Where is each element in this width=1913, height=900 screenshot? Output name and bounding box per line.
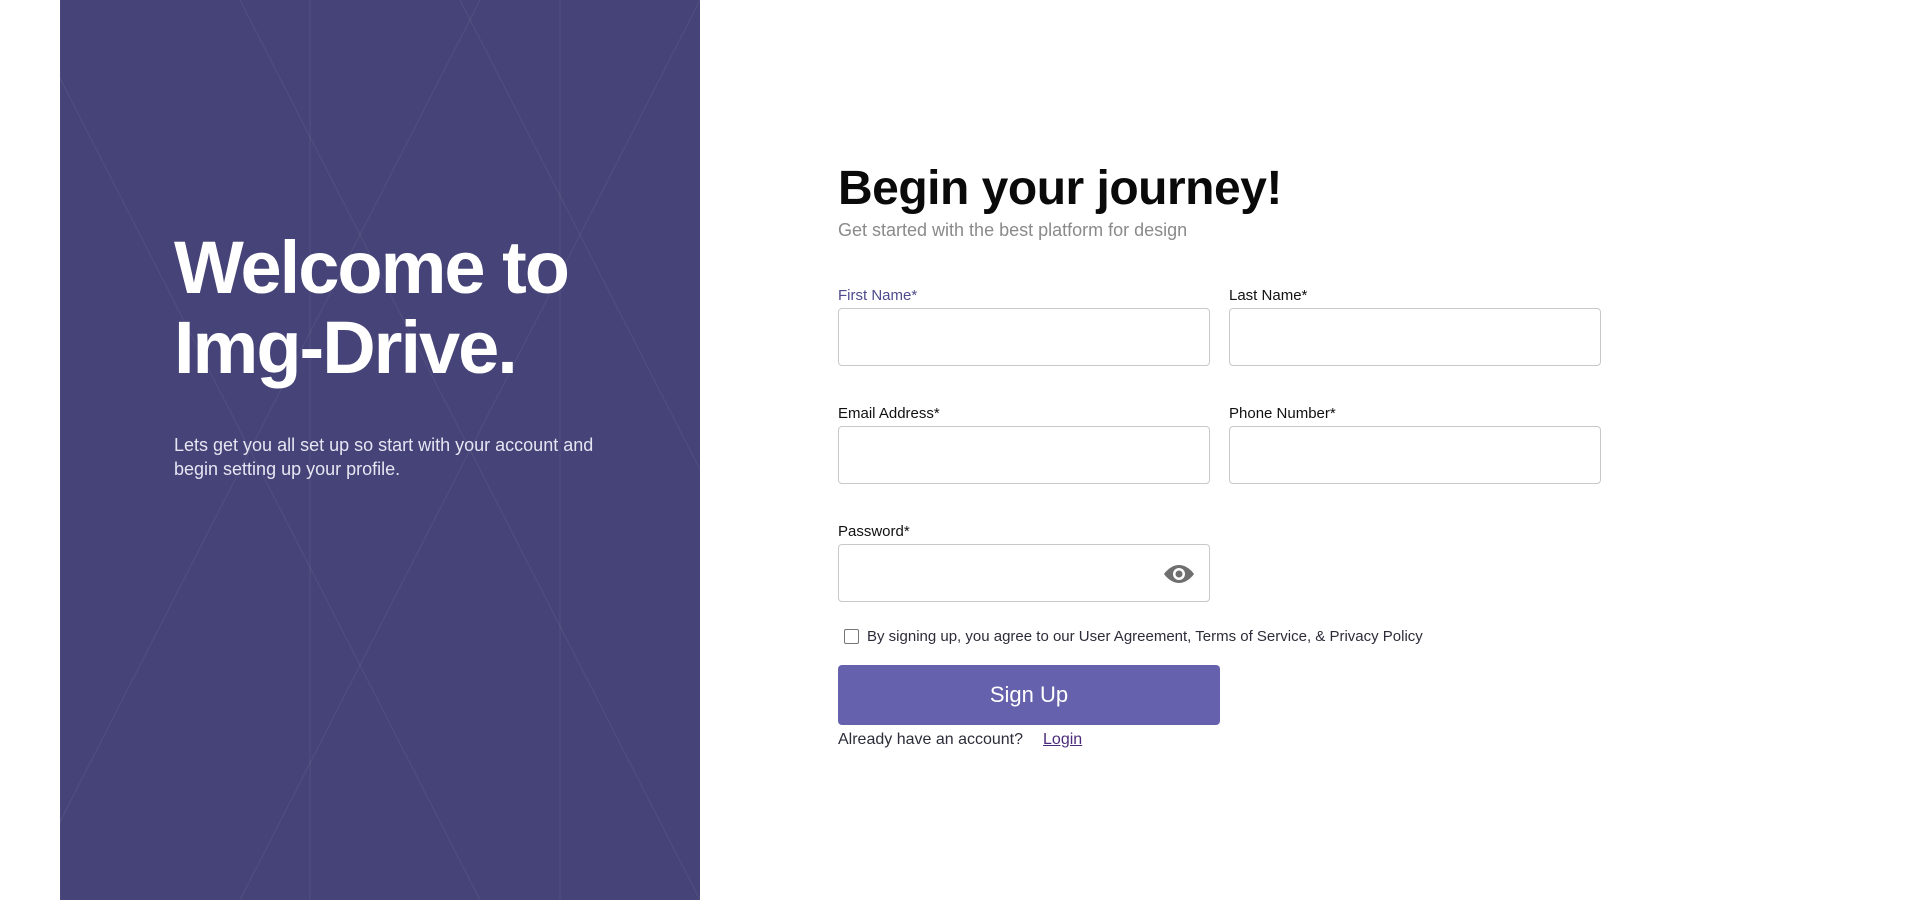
password-input[interactable] [838,544,1210,602]
last-name-label: Last Name* [1229,287,1308,304]
agreement-row: By signing up, you agree to our User Agr… [838,628,1423,645]
signup-form-header: Begin your journey! Get started with the… [838,160,1598,242]
login-row: Already have an account? Login [838,731,1082,749]
sign-up-button[interactable]: Sign Up [838,665,1220,725]
hero-subtitle-line2: begin setting up your profile. [174,459,401,479]
hero-title-line2: Img-Drive. [174,306,518,389]
hero-subtitle: Lets get you all set up so start with yo… [174,433,614,481]
email-input[interactable] [838,426,1210,484]
agreement-text: By signing up, you agree to our User Agr… [867,628,1423,645]
first-name-label: First Name* [838,287,918,304]
agreement-checkbox[interactable] [844,629,859,644]
email-group: Email Address* [838,404,1210,484]
login-link[interactable]: Login [1043,731,1082,749]
phone-group: Phone Number* [1229,404,1601,484]
first-name-input[interactable] [838,308,1210,366]
form-title: Begin your journey! [838,162,1282,215]
hero-subtitle-line1: Lets get you all set up so start with yo… [174,435,594,455]
eye-icon[interactable] [1161,560,1197,588]
hero-panel: Welcome to Img-Drive. Lets get you all s… [60,0,700,900]
first-name-group: First Name* [838,286,1210,366]
last-name-group: Last Name* [1229,286,1601,366]
email-label: Email Address* [838,405,940,422]
last-name-input[interactable] [1229,308,1601,366]
hero-title-line1: Welcome to [174,226,570,309]
signup-page: Welcome to Img-Drive. Lets get you all s… [0,0,1913,900]
password-group: Password* [838,522,1210,602]
password-label: Password* [838,523,910,540]
hero-title: Welcome to Img-Drive. [174,228,654,388]
phone-input[interactable] [1229,426,1601,484]
login-prompt: Already have an account? [838,731,1024,748]
form-subtitle: Get started with the best platform for d… [838,220,1188,240]
phone-label: Phone Number* [1229,405,1336,422]
